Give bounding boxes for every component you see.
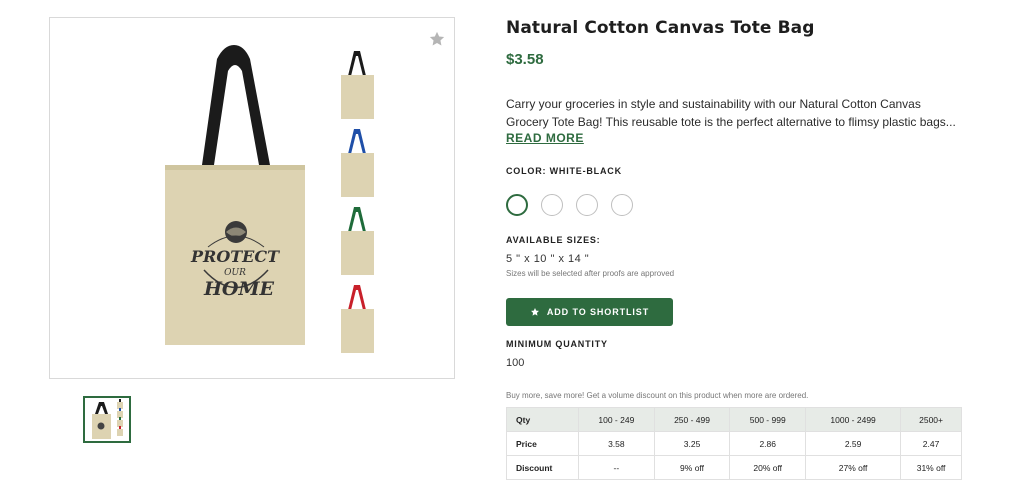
- product-title: Natural Cotton Canvas Tote Bag: [506, 18, 815, 38]
- table-cell: 2.47: [900, 431, 962, 456]
- table-cell: 3.58: [578, 431, 655, 456]
- print-text-home: HOME: [203, 278, 275, 300]
- color-swatch[interactable]: [576, 194, 598, 216]
- colorway-bag-green: [341, 207, 374, 275]
- thumbnail-image: [92, 399, 123, 439]
- table-header: Qty: [506, 407, 579, 432]
- table-header: 2500+: [900, 407, 962, 432]
- table-cell: 2.86: [729, 431, 807, 456]
- description-line: Grocery Tote Bag! This reusable tote is …: [506, 115, 956, 129]
- color-swatch-selected[interactable]: [506, 194, 528, 216]
- star-icon: [530, 308, 539, 316]
- table-row: Price 3.58 3.25 2.86 2.59 2.47: [506, 431, 962, 456]
- table-cell: Price: [506, 431, 579, 456]
- bag-handle: [202, 45, 270, 165]
- minimum-quantity-label: MINIMUM QUANTITY: [506, 339, 608, 349]
- size-value: 5 " x 10 " x 14 ": [506, 253, 590, 265]
- table-cell: 27% off: [805, 455, 902, 480]
- print-text-our: OUR: [224, 268, 246, 278]
- sizes-note: Sizes will be selected after proofs are …: [506, 269, 675, 278]
- table-header: 1000 - 2499: [805, 407, 902, 432]
- table-cell: --: [578, 455, 655, 480]
- volume-discount-note: Buy more, save more! Get a volume discou…: [506, 391, 809, 400]
- table-cell: Discount: [506, 455, 579, 480]
- colorway-bag-blue: [341, 129, 374, 197]
- table-header-row: Qty 100 - 249 250 - 499 500 - 999 1000 -…: [506, 407, 962, 432]
- table-header: 100 - 249: [578, 407, 655, 432]
- color-swatch[interactable]: [541, 194, 563, 216]
- image-thumbnail[interactable]: [83, 396, 131, 443]
- star-icon[interactable]: [428, 30, 446, 48]
- color-swatch[interactable]: [611, 194, 633, 216]
- table-header: 250 - 499: [653, 407, 731, 432]
- available-sizes-label: AVAILABLE SIZES:: [506, 235, 601, 245]
- shortlist-button-label: ADD TO SHORTLIST: [546, 307, 650, 317]
- color-swatches: [506, 194, 633, 216]
- print-text-protect: PROTECT: [190, 247, 280, 266]
- volume-pricing-table: Qty 100 - 249 250 - 499 500 - 999 1000 -…: [506, 407, 962, 480]
- product-description: Carry your groceries in style and sustai…: [506, 95, 966, 131]
- colorway-bag-red: [341, 285, 374, 353]
- minimum-quantity-value: 100: [506, 357, 525, 369]
- color-label: COLOR: WHITE-BLACK: [506, 166, 622, 176]
- description-line: Carry your groceries in style and sustai…: [506, 97, 921, 111]
- table-cell: 20% off: [729, 455, 807, 480]
- add-to-shortlist-button[interactable]: ADD TO SHORTLIST: [506, 298, 673, 326]
- table-header: 500 - 999: [729, 407, 807, 432]
- table-row: Discount -- 9% off 20% off 27% off 31% o…: [506, 455, 962, 480]
- colorway-bag-black: [341, 51, 374, 119]
- table-cell: 9% off: [653, 455, 731, 480]
- main-product-image[interactable]: PROTECT OUR HOME: [49, 17, 455, 379]
- table-cell: 3.25: [653, 431, 731, 456]
- tote-bag-image: PROTECT OUR HOME: [165, 45, 305, 345]
- table-cell: 31% off: [900, 455, 962, 480]
- table-cell: 2.59: [805, 431, 902, 456]
- read-more-link[interactable]: READ MORE: [506, 131, 584, 145]
- product-price: $3.58: [506, 51, 544, 68]
